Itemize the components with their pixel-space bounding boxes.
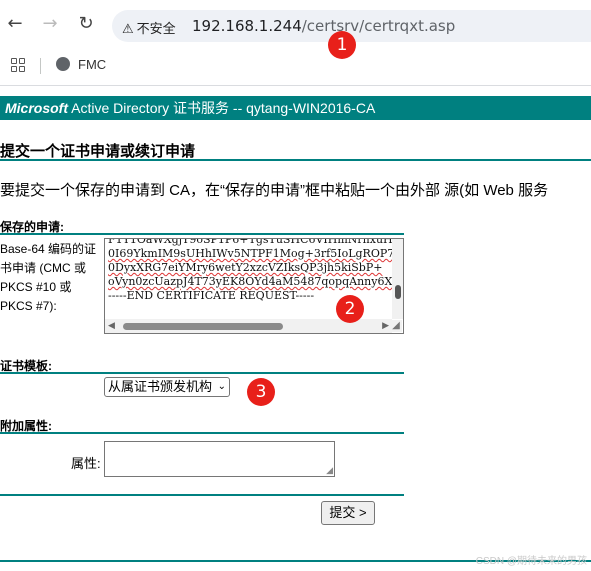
globe-icon (56, 57, 70, 71)
certificate-template-select[interactable]: 从属证书颁发机构 ⌄ (104, 377, 230, 397)
bookmark-fmc[interactable]: FMC (56, 57, 106, 72)
form-divider (0, 494, 404, 496)
bookmarks-divider (40, 58, 41, 74)
warning-icon: ⚠ (122, 22, 134, 37)
attributes-divider (0, 432, 404, 434)
url-text[interactable]: 192.168.1.244/certsrv/certrqxt.asp (192, 17, 455, 35)
request-line: F1Y1OaWXgjY9oSP1P6+TgsTuSHC6VIHmNrnxuHxo (108, 238, 404, 246)
watermark: CSDN @期待未来的男孩 (475, 556, 587, 567)
page-title: 提交一个证书申请或续订申请 (0, 143, 196, 160)
annotation-badge-2: 2 (336, 295, 364, 323)
page-description: 要提交一个保存的申请到 CA，在“保存的申请”框中粘贴一个由外部 源(如 Web… (0, 182, 549, 199)
scroll-right-icon[interactable]: ▶ (382, 320, 389, 331)
request-text[interactable]: F1Y1OaWXgjY9oSP1P6+TgsTuSHC6VIHmNrnxuHxo… (108, 238, 404, 303)
scroll-left-icon[interactable]: ◀ (108, 320, 115, 331)
saved-request-label: Base-64 编码的证书申请 (CMC 或 PKCS #10 或 PKCS #… (0, 242, 97, 313)
request-line: 0I69YkmIM9sUHhIWv5NTPF1Mog+3rf5IoLgROP7f (108, 247, 399, 260)
annotation-badge-3: 3 (247, 378, 275, 406)
template-divider (0, 372, 404, 374)
title-divider (0, 159, 591, 161)
vertical-scroll-thumb[interactable] (395, 285, 401, 299)
banner-text: Active Directory 证书服务 -- qytang-WIN2016-… (68, 100, 376, 116)
chevron-down-icon: ⌄ (217, 381, 226, 392)
browser-toolbar: ← → ↻ ⚠ 不安全 192.168.1.244/certsrv/certrqx… (0, 0, 591, 50)
annotation-badge-1: 1 (328, 31, 356, 59)
attributes-label: 属性: (71, 456, 101, 471)
microsoft-brand: Microsoft (5, 100, 68, 116)
security-indicator[interactable]: ⚠ 不安全 (122, 18, 176, 37)
resize-handle-icon[interactable]: ◢ (326, 465, 333, 476)
attributes-input[interactable]: ◢ (104, 441, 335, 477)
service-banner: Microsoft Active Directory 证书服务 -- qytan… (0, 96, 591, 120)
vertical-scrollbar[interactable] (392, 239, 403, 319)
resize-handle-icon[interactable]: ◢ (390, 320, 402, 332)
request-line: oVyn0zcUazpJ4T73yEK8OYd4aM5487qopqAnny6X (108, 275, 393, 288)
back-icon[interactable]: ← (5, 14, 25, 34)
submit-button[interactable]: 提交 > (321, 501, 375, 525)
bookmarks-bar: FMC (0, 50, 591, 86)
apps-grid-icon[interactable] (11, 58, 25, 72)
forward-icon[interactable]: → (40, 14, 60, 34)
request-line: 0DyxXRG7eiYMry6wetY2xzcVZIksQP3jh5kiSbP+ (108, 261, 383, 274)
reload-icon[interactable]: ↻ (76, 14, 96, 34)
saved-request-divider (0, 233, 404, 235)
horizontal-scroll-thumb[interactable] (123, 323, 283, 330)
